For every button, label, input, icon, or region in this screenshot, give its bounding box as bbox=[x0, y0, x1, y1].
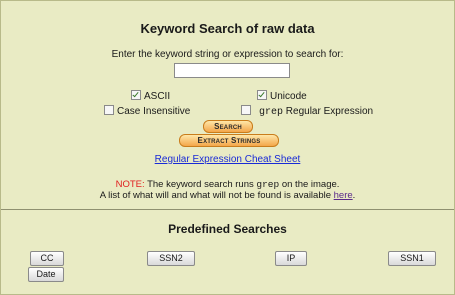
grep-option[interactable]: grep Regular Expression bbox=[241, 105, 373, 118]
note-line-2: A list of what will and what will not be… bbox=[99, 190, 331, 201]
extract-strings-button[interactable]: Extract Strings bbox=[179, 134, 279, 147]
ascii-label: ASCII bbox=[144, 91, 171, 102]
unicode-label: Unicode bbox=[270, 91, 307, 102]
unicode-option[interactable]: Unicode bbox=[257, 90, 307, 102]
unicode-checkbox[interactable] bbox=[257, 90, 267, 100]
note-text-1: The keyword search runs bbox=[147, 179, 254, 190]
note-text-2: on the image. bbox=[281, 179, 340, 190]
grep-label: Regular Expression bbox=[285, 106, 374, 117]
keyword-input[interactable] bbox=[174, 63, 290, 78]
predefined-cc-button[interactable]: CC bbox=[30, 251, 64, 266]
predefined-date-button[interactable]: Date bbox=[28, 267, 64, 282]
ascii-option[interactable]: ASCII bbox=[131, 90, 170, 102]
predefined-ssn1-button[interactable]: SSN1 bbox=[388, 251, 436, 266]
keyword-search-panel: Keyword Search of raw data Enter the key… bbox=[7, 7, 448, 209]
predefined-searches-panel: Predefined Searches CC SSN2 IP SSN1 Date bbox=[1, 210, 454, 294]
case-insensitive-label: Case Insensitive bbox=[117, 106, 191, 117]
note-label: NOTE: bbox=[115, 179, 145, 190]
note-period: . bbox=[352, 190, 356, 201]
keyword-search-frame: Keyword Search of raw data Enter the key… bbox=[0, 0, 455, 295]
page-title: Keyword Search of raw data bbox=[140, 21, 315, 36]
predefined-ip-button[interactable]: IP bbox=[275, 251, 307, 266]
note-block: NOTE: The keyword search runs grep on th… bbox=[7, 179, 448, 201]
grep-label-cmd: grep bbox=[259, 107, 284, 118]
regex-cheat-sheet-link[interactable]: Regular Expression Cheat Sheet bbox=[155, 154, 301, 165]
case-insensitive-option[interactable]: Case Insensitive bbox=[104, 105, 190, 117]
predefined-title: Predefined Searches bbox=[168, 222, 287, 236]
here-link[interactable]: here bbox=[334, 190, 353, 201]
search-prompt: Enter the keyword string or expression t… bbox=[111, 49, 344, 60]
grep-checkbox[interactable] bbox=[241, 105, 251, 115]
search-button[interactable]: Search bbox=[203, 120, 253, 133]
note-grep-cmd: grep bbox=[256, 179, 280, 190]
ascii-checkbox[interactable] bbox=[131, 90, 141, 100]
predefined-ssn2-button[interactable]: SSN2 bbox=[147, 251, 195, 266]
case-insensitive-checkbox[interactable] bbox=[104, 105, 114, 115]
